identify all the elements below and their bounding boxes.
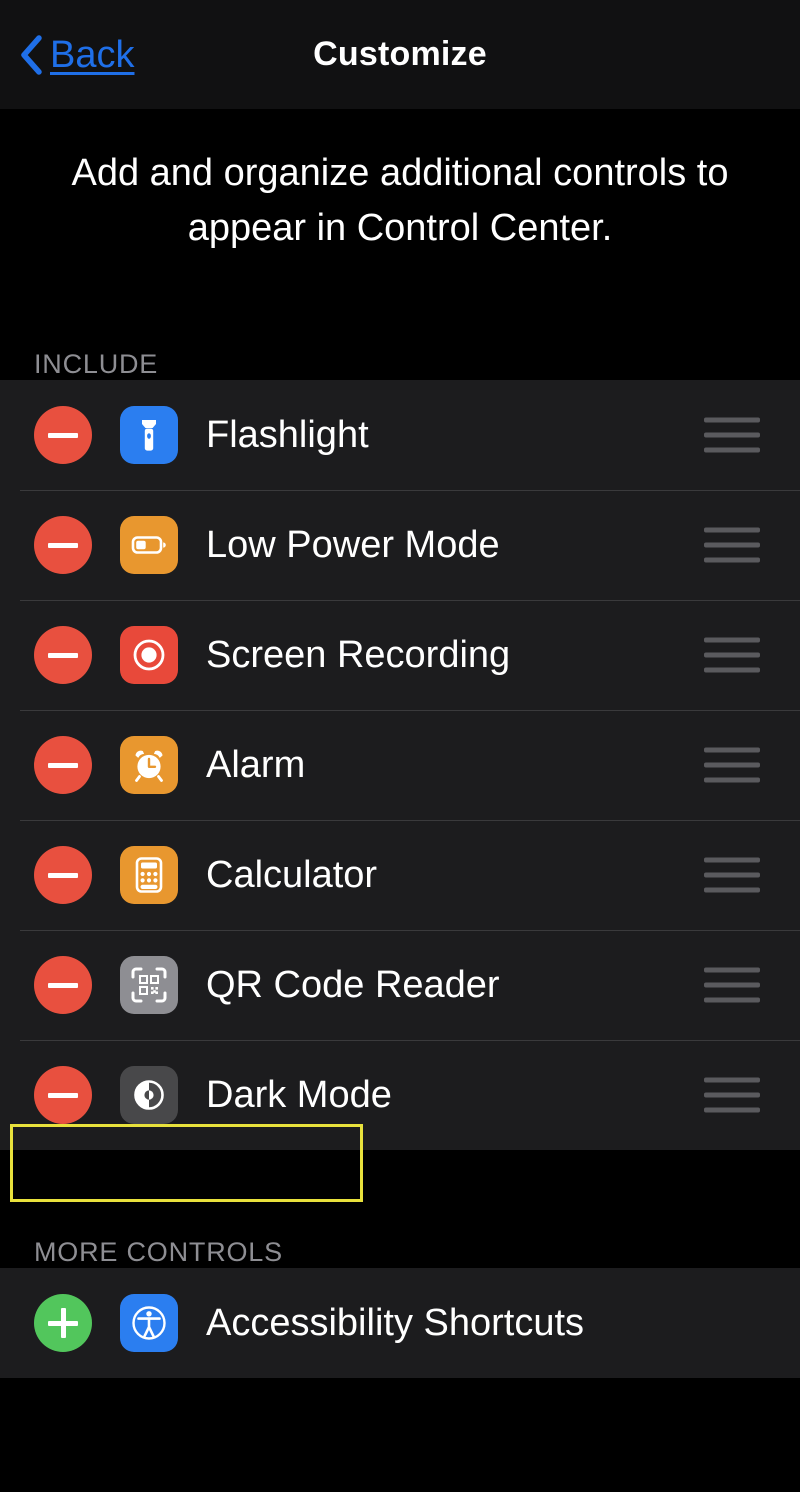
back-button-label: Back <box>50 33 135 76</box>
drag-handle-icon[interactable] <box>704 417 760 453</box>
plus-circle-icon[interactable] <box>34 1294 92 1353</box>
list-item-label: Accessibility Shortcuts <box>206 1301 585 1344</box>
flashlight-icon <box>120 406 178 465</box>
calculator-icon <box>120 846 178 905</box>
list-item-label: Screen Recording <box>206 633 511 676</box>
control-center-customize-screen: Back Customize Add and organize addition… <box>0 0 800 1492</box>
chevron-left-icon <box>18 34 44 75</box>
back-button[interactable]: Back <box>18 33 135 76</box>
section-header-more-controls: MORE CONTROLS <box>34 1237 283 1268</box>
dark-mode-icon <box>120 1066 178 1125</box>
drag-handle-icon[interactable] <box>704 857 760 893</box>
minus-circle-icon[interactable] <box>34 956 92 1015</box>
list-item-alarm[interactable]: Alarm <box>0 710 800 820</box>
more-controls-list: Accessibility Shortcuts <box>0 1268 800 1379</box>
alarm-clock-icon <box>120 736 178 795</box>
drag-handle-icon[interactable] <box>704 527 760 563</box>
drag-handle-icon[interactable] <box>704 1077 760 1113</box>
section-header-include: INCLUDE <box>34 349 159 380</box>
drag-handle-icon[interactable] <box>704 637 760 673</box>
list-item-flashlight[interactable]: Flashlight <box>0 380 800 490</box>
more-controls-section-header-wrap: MORE CONTROLS <box>0 1124 800 1268</box>
qr-code-icon <box>120 956 178 1015</box>
accessibility-icon <box>120 1294 178 1353</box>
description-text: Add and organize additional controls to … <box>71 152 729 250</box>
list-item-label: Low Power Mode <box>206 523 500 566</box>
record-icon <box>120 626 178 685</box>
list-item-label: Calculator <box>206 853 378 896</box>
minus-circle-icon[interactable] <box>34 736 92 795</box>
list-item-qr-code-reader[interactable]: QR Code Reader <box>0 930 800 1040</box>
list-item-label: Dark Mode <box>206 1073 392 1116</box>
navigation-bar: Back Customize <box>0 0 800 110</box>
list-item-label: Alarm <box>206 743 306 786</box>
list-item-label: QR Code Reader <box>206 963 500 1006</box>
minus-circle-icon[interactable] <box>34 406 92 465</box>
include-list: Flashlight Low Power Mode Screen Recordi… <box>0 380 800 1151</box>
list-item-dark-mode[interactable]: Dark Mode <box>0 1040 800 1150</box>
list-item-calculator[interactable]: Calculator <box>0 820 800 930</box>
list-item-screen-recording[interactable]: Screen Recording <box>0 600 800 710</box>
minus-circle-icon[interactable] <box>34 1066 92 1125</box>
drag-handle-icon[interactable] <box>704 747 760 783</box>
minus-circle-icon[interactable] <box>34 846 92 905</box>
battery-low-icon <box>120 516 178 575</box>
include-section-header-wrap: INCLUDE <box>0 334 800 380</box>
minus-circle-icon[interactable] <box>34 516 92 575</box>
list-item-label: Flashlight <box>206 413 369 456</box>
drag-handle-icon[interactable] <box>704 967 760 1003</box>
list-item-low-power-mode[interactable]: Low Power Mode <box>0 490 800 600</box>
list-item-accessibility-shortcuts[interactable]: Accessibility Shortcuts <box>0 1268 800 1378</box>
minus-circle-icon[interactable] <box>34 626 92 685</box>
